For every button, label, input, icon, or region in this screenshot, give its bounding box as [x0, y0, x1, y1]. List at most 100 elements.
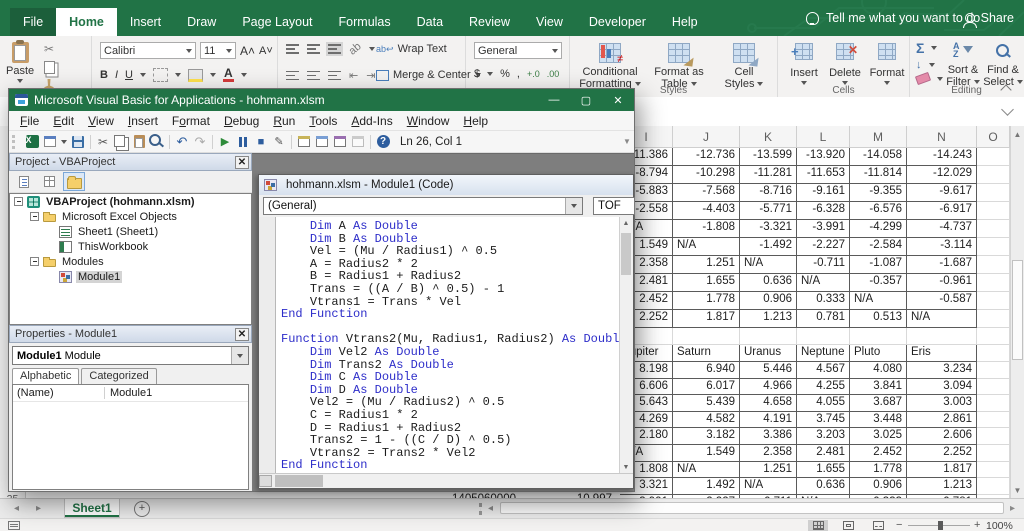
autosum-button[interactable]: Σ	[916, 40, 943, 56]
column-header-J[interactable]: J	[673, 126, 740, 148]
tree-item-modules[interactable]: Modules	[10, 254, 251, 269]
toolbox-button[interactable]	[350, 134, 366, 150]
hscroll-left-icon[interactable]: ◂	[488, 503, 493, 514]
toolbar-grip[interactable]	[12, 135, 18, 149]
cell[interactable]: -14.243	[907, 148, 977, 166]
cell[interactable]	[977, 445, 1010, 462]
cell[interactable]: 5.446	[740, 362, 797, 379]
clear-button[interactable]	[916, 74, 943, 83]
cell[interactable]	[977, 202, 1010, 220]
worksheet-grid[interactable]: IJKLMNO -11.386-12.736-13.599-13.920-14.…	[620, 126, 1010, 498]
cell[interactable]: Uranus	[740, 345, 797, 362]
underline-button[interactable]: U	[125, 69, 133, 81]
fill-button[interactable]: ↓	[916, 59, 943, 71]
cell[interactable]: 1.492	[673, 478, 740, 495]
zoom-level[interactable]: 100%	[986, 520, 1013, 531]
hscroll-right-icon[interactable]: ▸	[1010, 503, 1015, 514]
borders-button[interactable]	[153, 68, 168, 82]
cell[interactable]: 1.213	[740, 310, 797, 328]
page-layout-view-button[interactable]	[838, 520, 858, 531]
cell[interactable]: 4.658	[740, 395, 797, 412]
cell[interactable]: 6.940	[673, 362, 740, 379]
number-format-combo[interactable]: General	[474, 42, 562, 59]
column-header-K[interactable]: K	[740, 126, 797, 148]
tab-scrollbar-divider[interactable]	[479, 503, 485, 515]
cell[interactable]	[977, 395, 1010, 412]
cell[interactable]	[977, 166, 1010, 184]
code-horizontal-scrollbar[interactable]	[259, 473, 633, 488]
cell[interactable]: 1.251	[673, 256, 740, 274]
cell[interactable]: -14.058	[850, 148, 907, 166]
accounting-format-button[interactable]: $	[474, 68, 480, 80]
code-line[interactable]: End Function	[281, 308, 619, 321]
cell[interactable]: 1.817	[673, 310, 740, 328]
cell[interactable]: 3.182	[673, 428, 740, 445]
cell[interactable]: -0.711	[797, 256, 850, 274]
cell[interactable]: -9.617	[907, 184, 977, 202]
ribbon-tab-help[interactable]: Help	[659, 8, 711, 36]
cell[interactable]: -1.808	[673, 220, 740, 238]
properties-panel-close-icon[interactable]: ✕	[235, 328, 249, 341]
font-color-button[interactable]: A	[223, 68, 234, 82]
prev-sheet-button[interactable]: ◂	[14, 503, 19, 514]
code-line[interactable]: C = Radius1 * 2	[281, 409, 619, 422]
format-cells-button[interactable]: Format	[868, 37, 906, 85]
zoom-slider-thumb[interactable]	[938, 521, 943, 530]
view-excel-button[interactable]: X	[24, 134, 40, 150]
fill-color-dropdown-arrow[interactable]	[210, 73, 216, 77]
vba-menu-tools[interactable]: Tools	[302, 114, 344, 128]
design-mode-button[interactable]: ✎	[271, 134, 287, 150]
tell-me-box[interactable]: Tell me what you want to do	[806, 0, 980, 36]
cell[interactable]	[977, 412, 1010, 429]
cell[interactable]	[977, 274, 1010, 292]
ribbon-tab-view[interactable]: View	[523, 8, 576, 36]
cell[interactable]: -11.814	[850, 166, 907, 184]
cell[interactable]	[977, 478, 1010, 495]
object-combo-dropdown[interactable]	[565, 198, 582, 214]
column-header-O[interactable]: O	[977, 126, 1010, 148]
ribbon-tab-insert[interactable]: Insert	[117, 8, 174, 36]
column-header-M[interactable]: M	[850, 126, 907, 148]
cell[interactable]: 4.080	[850, 362, 907, 379]
code-window[interactable]: hohmann.xlsm - Module1 (Code) (General) …	[258, 174, 634, 489]
cell[interactable]	[907, 328, 977, 345]
cell[interactable]	[977, 328, 1010, 345]
orientation-button[interactable]: ab	[347, 40, 364, 57]
property-value[interactable]: Module1	[105, 387, 152, 399]
cell[interactable]: 1.655	[673, 274, 740, 292]
cell[interactable]: N/A	[673, 462, 740, 479]
cell[interactable]: -12.029	[907, 166, 977, 184]
cell[interactable]	[977, 362, 1010, 379]
ribbon-tab-formulas[interactable]: Formulas	[326, 8, 404, 36]
cell[interactable]	[740, 328, 797, 345]
increase-decimal-button[interactable]: +.0	[527, 69, 540, 79]
tab-alphabetic[interactable]: Alphabetic	[12, 368, 79, 384]
cell[interactable]: 2.481	[797, 445, 850, 462]
cut-button[interactable]: ✂	[95, 134, 111, 150]
cell[interactable]: 6.017	[673, 379, 740, 396]
cell[interactable]: 1.213	[907, 478, 977, 495]
expander-icon[interactable]	[30, 257, 39, 266]
shrink-font-button[interactable]: A˅	[259, 45, 273, 57]
redo-button[interactable]: ↷	[192, 134, 208, 150]
formula-bar-expand-icon[interactable]	[1001, 103, 1014, 116]
paste-button[interactable]	[131, 134, 147, 150]
align-middle-button[interactable]	[307, 44, 320, 54]
ribbon-tab-draw[interactable]: Draw	[174, 8, 229, 36]
cell[interactable]: 0.333	[797, 292, 850, 310]
cell[interactable]: N/A	[740, 256, 797, 274]
cell[interactable]: 2.606	[907, 428, 977, 445]
normal-view-button[interactable]	[808, 520, 828, 531]
cell[interactable]: -11.653	[797, 166, 850, 184]
cell[interactable]: 1.778	[673, 292, 740, 310]
tab-categorized[interactable]: Categorized	[81, 368, 156, 384]
cell[interactable]: N/A	[850, 292, 907, 310]
grow-font-button[interactable]: A˄	[240, 44, 255, 58]
cell[interactable]: -2.227	[797, 238, 850, 256]
object-browser-button[interactable]	[332, 134, 348, 150]
cell[interactable]	[977, 379, 1010, 396]
cell[interactable]: 4.966	[740, 379, 797, 396]
cell[interactable]: -3.114	[907, 238, 977, 256]
cell[interactable]: 4.582	[673, 412, 740, 429]
horizontal-scroll-thumb[interactable]	[500, 502, 1004, 514]
